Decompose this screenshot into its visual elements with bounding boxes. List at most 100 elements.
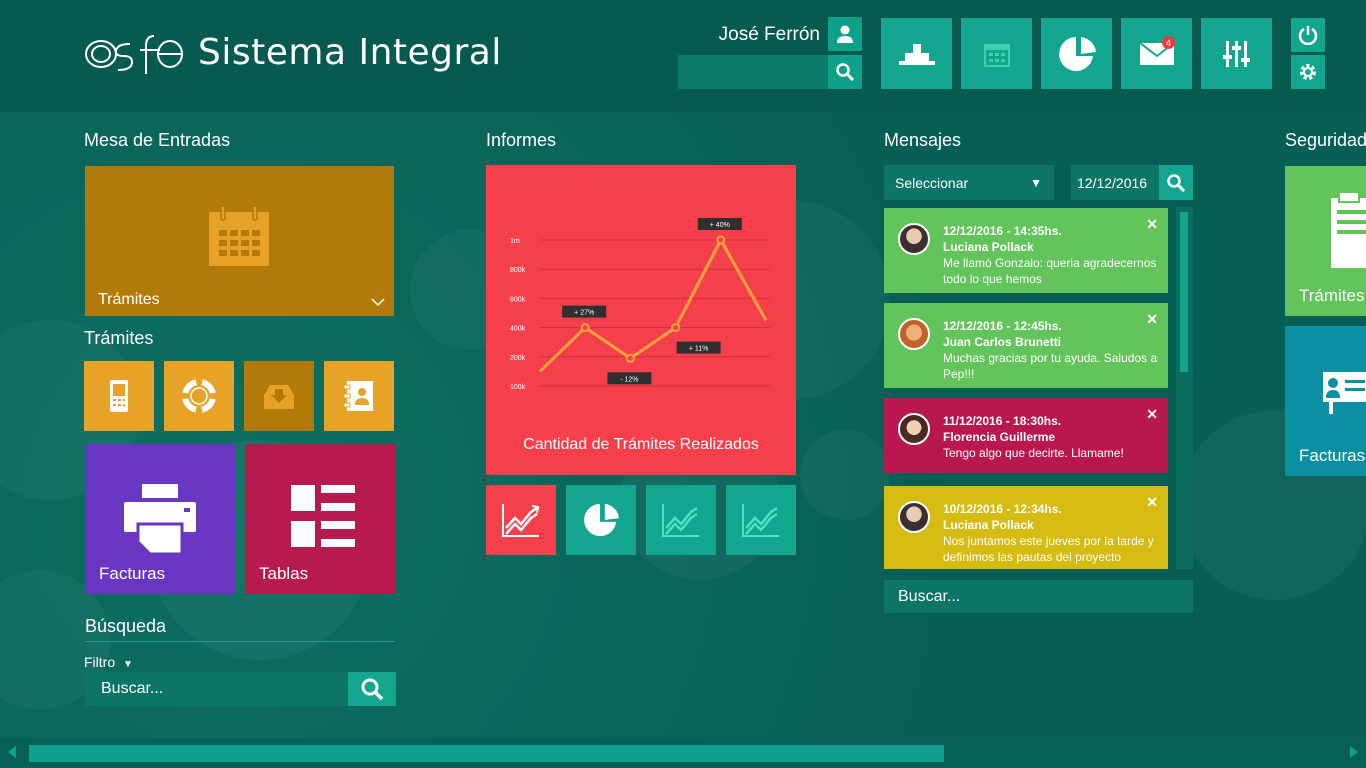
- calendar-icon: [983, 43, 1010, 67]
- avatar: [898, 501, 930, 533]
- contacts-tile[interactable]: [324, 361, 394, 431]
- close-icon[interactable]: ✕: [1146, 406, 1158, 422]
- search-button[interactable]: [348, 672, 396, 706]
- calendar-tile[interactable]: [961, 18, 1032, 89]
- message-item[interactable]: ✕ 10/12/2016 - 12:34hs. Luciana Pollack …: [884, 486, 1168, 569]
- message-date: 10/12/2016 - 12:34hs.: [943, 502, 1062, 516]
- search-icon: [361, 678, 383, 700]
- settings-sliders-tile[interactable]: [1201, 18, 1272, 89]
- chart-type-line-red[interactable]: [486, 485, 556, 555]
- chart-type-line-green[interactable]: [646, 485, 716, 555]
- tramites-main-tile[interactable]: Trámites: [85, 166, 394, 316]
- y-tick-label: 600k: [510, 296, 526, 303]
- data-point: [671, 323, 681, 333]
- line-chart: 100k 200k 400k 600k 800k 1m + 27% - 12% + 11% + 4…: [510, 218, 770, 391]
- bell-icon: [898, 43, 935, 65]
- annotation-label: + 40%: [710, 222, 730, 229]
- tablas-tile[interactable]: Tablas: [245, 444, 395, 594]
- message-item[interactable]: ✕ 11/12/2016 - 18:30hs. Florencia Guille…: [884, 398, 1168, 473]
- mensajes-section-title: Mensajes: [884, 130, 962, 150]
- user-name: José Ferrón: [718, 24, 820, 45]
- messages-scroll-thumb[interactable]: [1180, 212, 1188, 372]
- search-icon: [1167, 173, 1185, 192]
- mail-tile[interactable]: 4: [1121, 18, 1192, 89]
- tramites-main-label: Trámites: [98, 291, 160, 308]
- tablas-label: Tablas: [259, 564, 309, 583]
- inbox-tile[interactable]: [244, 361, 314, 431]
- reports-tile[interactable]: [1041, 18, 1112, 89]
- table-list-icon: [291, 485, 355, 547]
- horizontal-scroll-thumb[interactable]: [29, 745, 944, 762]
- message-date: 11/12/2016 - 18:30hs.: [943, 414, 1062, 428]
- mobile-phone-icon: [110, 380, 128, 412]
- user-profile-button[interactable]: [828, 17, 862, 51]
- power-button[interactable]: [1291, 18, 1325, 52]
- tramites-section-title: Trámites: [84, 328, 154, 348]
- address-book-icon: [343, 381, 373, 411]
- seguridad-tramites-label: Trámites: [1299, 286, 1365, 305]
- seguridad-section-title: Seguridad: [1285, 130, 1366, 150]
- message-search-input[interactable]: Buscar...: [884, 580, 1193, 613]
- chart-type-pie[interactable]: [566, 485, 636, 555]
- clipboard-icon: [1331, 191, 1366, 268]
- seguridad-tramites-tile[interactable]: Trámites: [1285, 166, 1366, 316]
- chart-type-area[interactable]: [726, 485, 796, 555]
- informes-chart-tile[interactable]: 100k 200k 400k 600k 800k 1m + 27% - 12% + 11% + 4…: [486, 165, 796, 475]
- data-point: [580, 323, 590, 333]
- date-input[interactable]: 12/12/2016: [1071, 165, 1159, 200]
- y-tick-label: 200k: [510, 355, 526, 362]
- filter-dropdown[interactable]: Filtro ▼: [84, 654, 133, 670]
- trend-chart-icon: [502, 504, 540, 537]
- support-tile[interactable]: [164, 361, 234, 431]
- message-filter-select[interactable]: Seleccionar ▼: [884, 165, 1054, 200]
- top-search-button[interactable]: [828, 55, 862, 89]
- avatar: [898, 223, 930, 255]
- scroll-left-arrow-icon[interactable]: [8, 746, 16, 758]
- message-item[interactable]: ✕ 12/12/2016 - 12:45hs. Juan Carlos Brun…: [884, 303, 1168, 388]
- data-point: [625, 353, 635, 363]
- lifebuoy-icon: [182, 379, 216, 413]
- message-text: Tengo algo que decirte. Llamame!: [943, 446, 1124, 460]
- message-text: Me llamó Gonzalo: queria agradecernos to…: [943, 256, 1157, 286]
- power-icon: [1298, 26, 1318, 45]
- message-sender: Florencia Guillerme: [943, 430, 1056, 444]
- message-sender: Luciana Pollack: [943, 518, 1034, 532]
- app-title: Sistema Integral: [198, 31, 502, 73]
- close-icon[interactable]: ✕: [1146, 311, 1158, 327]
- seguridad-facturas-label: Facturas: [1299, 446, 1366, 465]
- message-date: 12/12/2016 - 14:35hs.: [943, 224, 1062, 238]
- notifications-tile[interactable]: [881, 18, 952, 89]
- search-input[interactable]: Buscar...: [85, 672, 348, 706]
- facturas-label: Facturas: [99, 564, 166, 583]
- close-icon[interactable]: ✕: [1146, 216, 1158, 232]
- caret-down-icon: ▼: [123, 659, 133, 670]
- settings-button[interactable]: [1291, 55, 1325, 89]
- facturas-tile[interactable]: Facturas: [85, 444, 235, 594]
- message-sender: Juan Carlos Brunetti: [943, 335, 1062, 349]
- search-icon: [836, 63, 854, 81]
- busqueda-divider: [85, 641, 395, 642]
- bg-bubble: [800, 430, 890, 520]
- pie-chart-icon: [1058, 36, 1096, 71]
- gear-icon: [1300, 64, 1316, 80]
- annotation-label: + 27%: [574, 310, 594, 317]
- mail-count-badge: 4: [1162, 36, 1175, 49]
- trend-chart-icon: [742, 504, 779, 537]
- top-search-input[interactable]: [678, 55, 828, 89]
- y-tick-label: 800k: [510, 267, 526, 274]
- annotation-label: - 12%: [620, 376, 638, 383]
- date-search-button[interactable]: [1159, 165, 1193, 200]
- message-item[interactable]: ✕ 12/12/2016 - 14:35hs. Luciana Pollack …: [884, 208, 1168, 293]
- data-point: [716, 235, 726, 245]
- mobile-tile[interactable]: [84, 361, 154, 431]
- trend-chart-icon: [662, 504, 699, 537]
- message-text: Muchas gracias por tu ayuda. Saludos a P…: [943, 351, 1158, 381]
- message-text: Nos juntamos este jueves por la tarde y …: [943, 534, 1154, 564]
- scroll-right-arrow-icon[interactable]: [1350, 746, 1358, 758]
- y-tick-label: 100k: [510, 384, 526, 391]
- seguridad-facturas-tile[interactable]: Facturas: [1285, 326, 1366, 476]
- chevron-down-icon[interactable]: [371, 297, 385, 307]
- y-tick-label: 1m: [510, 238, 520, 245]
- avatar: [898, 318, 930, 350]
- close-icon[interactable]: ✕: [1146, 494, 1158, 510]
